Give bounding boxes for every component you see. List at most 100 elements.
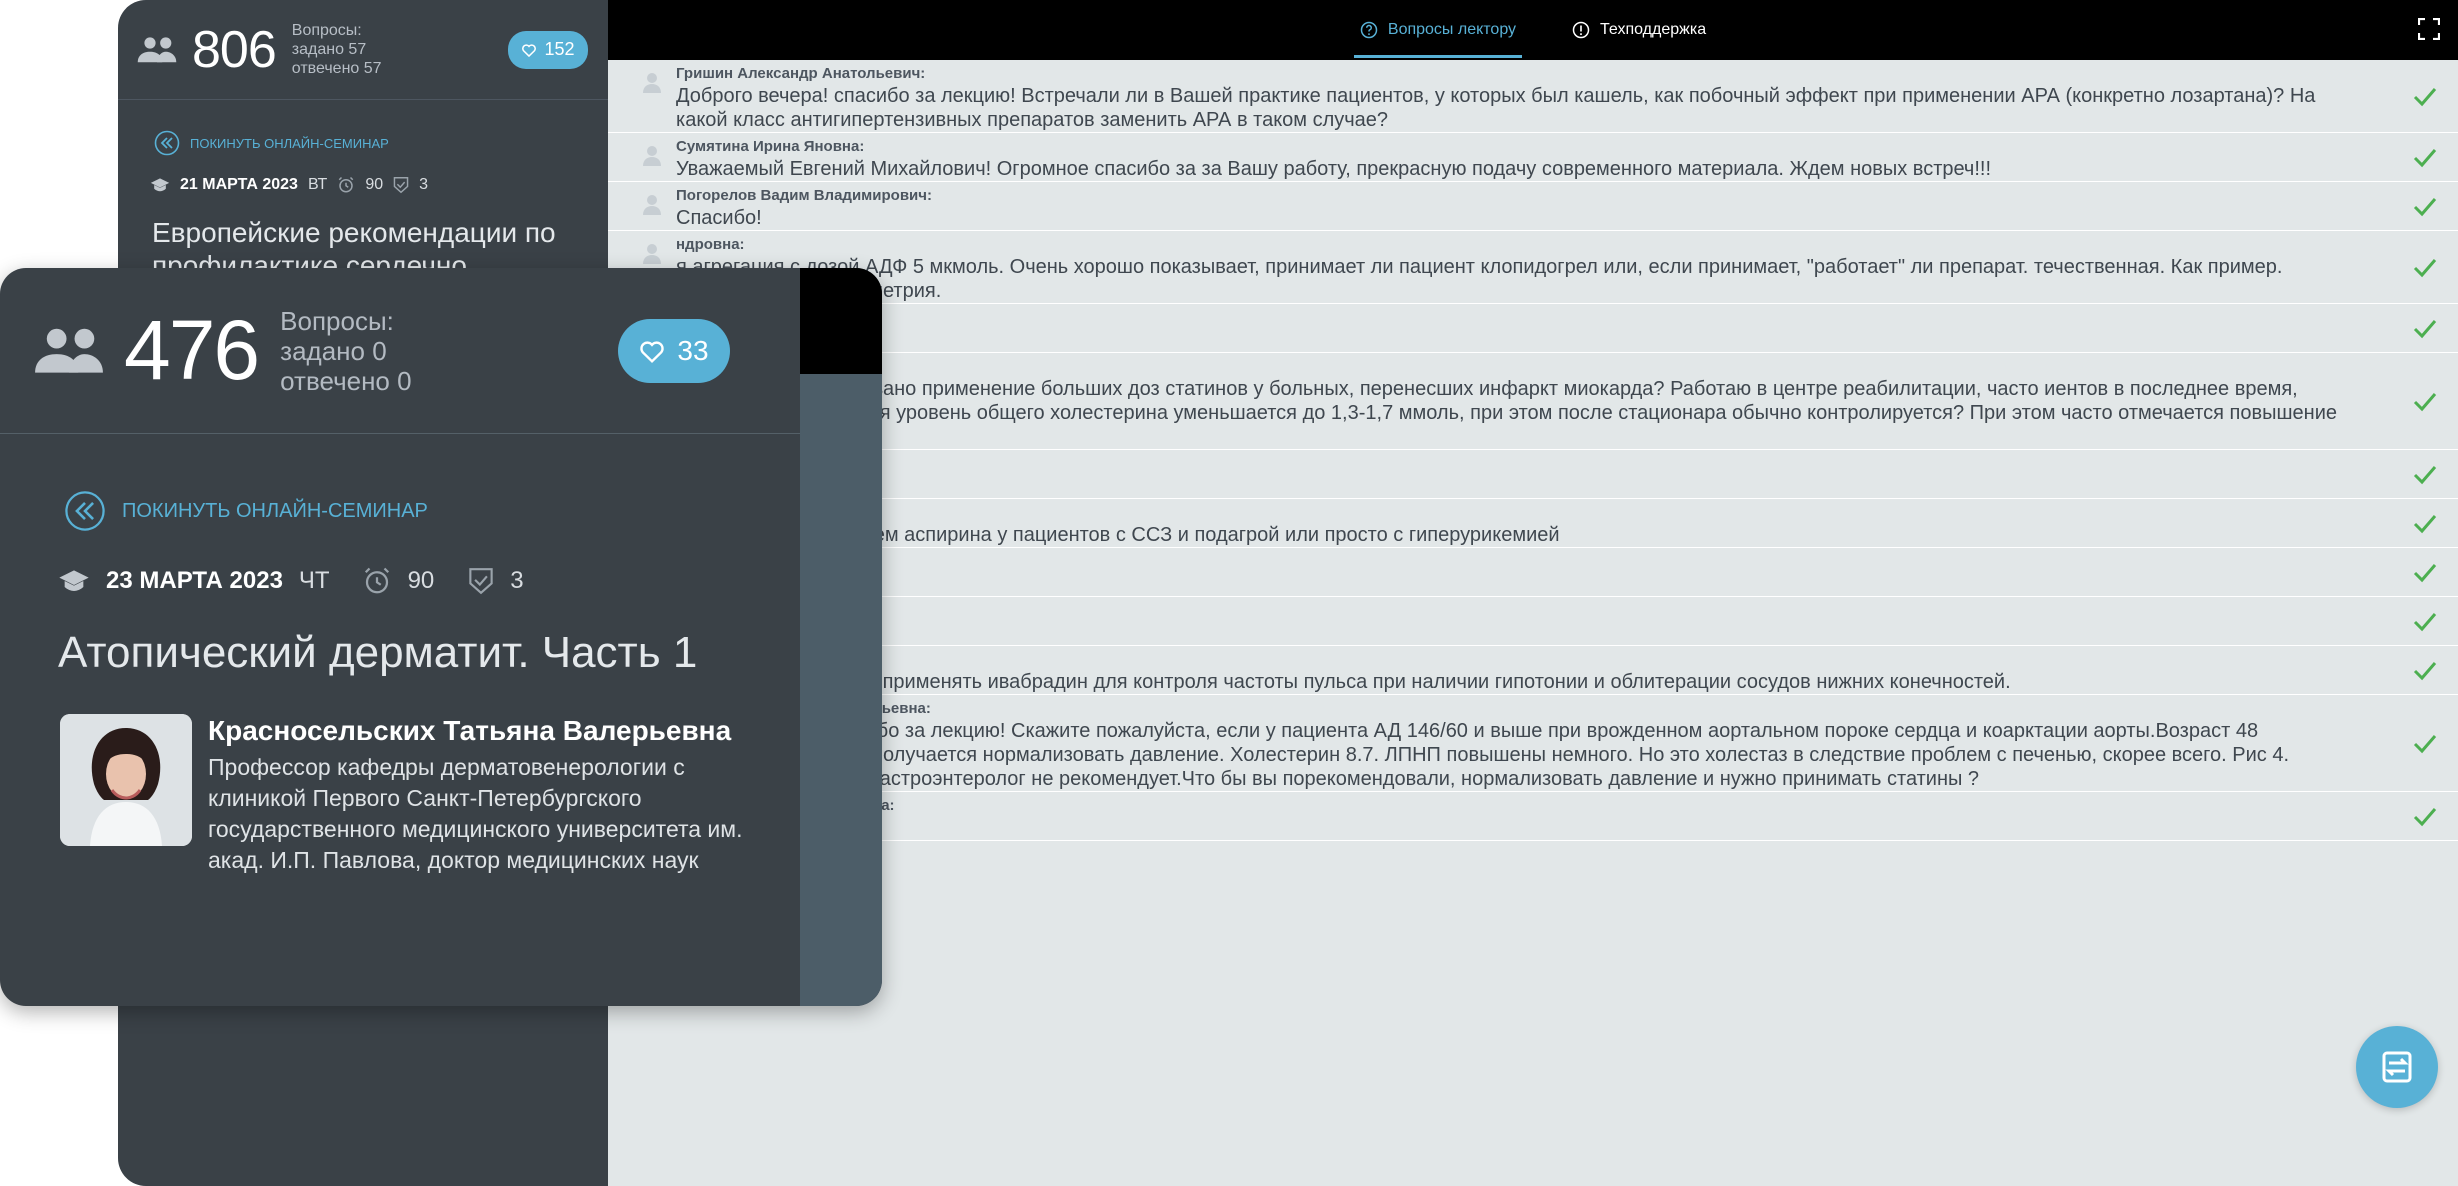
question-author: мировна :: [676, 308, 2338, 328]
question-text: те, насколько обосновано применение боль…: [676, 378, 2338, 448]
shield-check-icon: [469, 568, 493, 595]
graduation-cap-icon: [150, 178, 170, 192]
tab-support[interactable]: Техподдержка: [1566, 0, 1712, 60]
graduation-cap-icon: [59, 570, 89, 591]
questions-list: Гришин Александр Анатольевич: Доброго веч…: [608, 60, 2458, 1186]
screen: 806 Вопросы: задано 57 отвечено 57 152 п…: [0, 0, 2458, 1186]
user-avatar-icon: [643, 195, 661, 215]
questions-answered: отвечено 57: [291, 60, 382, 77]
question-author: Сумятина Ирина Яновна:: [676, 138, 865, 155]
question-text: Спасибо!: [676, 207, 762, 229]
alarm-clock-icon: [364, 567, 389, 594]
question-item: Сумятина Ирина Яновна: Уважаемый Евгений …: [608, 133, 2458, 182]
question-author: ндровна:: [676, 236, 745, 253]
lecturer-name: Красносельских Татьяна Валерьевна: [208, 715, 732, 746]
leave-seminar-link[interactable]: покинуть онлайн-семинар: [154, 130, 389, 156]
tab-questions[interactable]: Вопросы лектору: [1353, 0, 1523, 60]
question-author: Гришин Александр Анатольевич:: [676, 65, 926, 82]
seminar-meta: 21 МАРТА 2023 ВТ 90 3: [150, 176, 428, 194]
question-item: Новикова Вера Геннадьевна:Спасибо!: [608, 792, 2458, 841]
leave-seminar-label: покинуть онлайн-семинар: [122, 499, 428, 522]
like-button[interactable]: 152: [508, 30, 588, 69]
card-stats-header: 476 Вопросы: задано 0 отвечено 0 33: [0, 268, 800, 434]
shield-check-icon: [393, 177, 409, 194]
answered-check-icon[interactable]: [2412, 255, 2438, 279]
fullscreen-icon[interactable]: [2418, 18, 2440, 40]
leave-seminar-link[interactable]: покинуть онлайн-семинар: [64, 490, 428, 532]
question-author: ександрович:: [676, 601, 2338, 621]
answered-check-icon[interactable]: [2412, 511, 2438, 535]
question-item: лаевна:интересную лекцию: [608, 450, 2458, 499]
seminar-date: 21 МАРТА 2023: [180, 176, 298, 193]
participants-icon: [137, 36, 177, 62]
question-author: идовна :: [676, 650, 2338, 670]
question-item: Гришин Александр Анатольевич: Доброго веч…: [608, 60, 2458, 133]
seminar-date: 23 МАРТА 2023: [106, 567, 283, 594]
top-bar: Вопросы лектору Техподдержка: [608, 0, 2458, 60]
answered-check-icon[interactable]: [2412, 609, 2438, 633]
question-item: ександрович:те, насколько обосновано при…: [608, 353, 2458, 450]
alarm-clock-icon: [339, 176, 354, 193]
question-text: тличный семинар!: [676, 621, 2338, 645]
seminar-title: Атопический дерматит. Часть 1: [58, 628, 698, 677]
question-item: идовна :акого дня ОКС можно применять ив…: [608, 646, 2458, 695]
question-text: интересную лекцию: [676, 474, 2338, 498]
answered-check-icon[interactable]: [2412, 84, 2438, 108]
card-side-strip: [800, 268, 882, 1006]
question-item: ександрович:тличный семинар!: [608, 597, 2458, 646]
answered-check-icon[interactable]: [2412, 658, 2438, 682]
question-item: ровна:как быть с назначением аспирина у …: [608, 499, 2458, 548]
question-text: ельную лекцию!: [676, 572, 2338, 596]
question-author: ровна:: [676, 503, 2338, 523]
question-author: лаевна:: [676, 454, 2338, 474]
question-author: вна:: [676, 552, 2338, 572]
tab-support-label: Техподдержка: [1600, 21, 1707, 38]
back-chevrons-icon: [65, 491, 105, 531]
question-item: вна:ельную лекцию!: [608, 548, 2458, 597]
questions-asked: задано 57: [291, 41, 367, 58]
seminar-duration: 90: [365, 176, 384, 193]
tab-questions-label: Вопросы лектору: [1387, 21, 1517, 38]
participants-icon: [35, 328, 103, 373]
swap-view-button[interactable]: [2356, 1026, 2438, 1108]
seminar-card-zoom: 476 Вопросы: задано 0 отвечено 0 33 поки…: [0, 268, 882, 1006]
participants-count: 806: [192, 20, 277, 79]
like-button[interactable]: 33: [618, 318, 730, 383]
questions-label: Вопросы:: [280, 305, 394, 336]
card-side-strip-top: [800, 268, 882, 374]
alert-circle-icon: [1572, 21, 1590, 39]
lecturer-text: Красносельских Татьяна Валерьевна Профес…: [208, 714, 748, 876]
question-author: ександрович:: [676, 357, 2338, 377]
answered-check-icon[interactable]: [2412, 560, 2438, 584]
seminar-weekday: ЧТ: [298, 567, 330, 594]
user-avatar-icon: [643, 73, 661, 93]
question-item: Погорелов Вадим Владимирович: Спасибо!: [608, 182, 2458, 231]
question-item: Смирнова Анастасия Евгеньевна: Добрый веч…: [608, 695, 2458, 792]
answered-check-icon[interactable]: [2412, 731, 2438, 755]
question-text: Доброго вечера! спасибо за лекцию! Встре…: [676, 85, 2316, 131]
question-circle-icon: [1360, 21, 1378, 39]
user-avatar-icon: [643, 244, 661, 264]
answered-check-icon[interactable]: [2412, 316, 2438, 340]
question-text: Спасибо!: [676, 816, 2338, 840]
questions-answered: отвечено 0: [280, 365, 412, 396]
question-item: ндровна: я агрегация с дозой АДФ 5 мкмоль…: [608, 231, 2458, 304]
questions-stats: Вопросы: задано 0 отвечено 0: [280, 306, 411, 396]
seminar-points: 3: [419, 176, 429, 193]
answered-check-icon[interactable]: [2412, 145, 2438, 169]
seminar-points: 3: [510, 567, 524, 594]
answered-check-icon[interactable]: [2412, 462, 2438, 486]
seminar-duration: 90: [407, 567, 435, 594]
seminar-meta: 23 МАРТА 2023 ЧТ 90 3: [58, 566, 524, 596]
leave-seminar-label: покинуть онлайн-семинар: [190, 135, 389, 151]
answered-check-icon[interactable]: [2412, 804, 2438, 828]
answered-check-icon[interactable]: [2412, 194, 2438, 218]
question-author: Смирнова Анастасия Евгеньевна:: [676, 700, 931, 717]
like-count: 152: [544, 39, 575, 59]
answered-check-icon[interactable]: [2412, 389, 2438, 413]
lecturer-photo: [60, 714, 192, 846]
question-text: как быть с назначением аспирина у пациен…: [676, 524, 1560, 546]
question-text: Добрый вечер! Спасибо за лекцию! Скажите…: [676, 720, 2290, 790]
lecturer-role: Профессор кафедры дерматовенерологии с к…: [208, 754, 743, 873]
swap-icon: [2382, 1051, 2412, 1083]
